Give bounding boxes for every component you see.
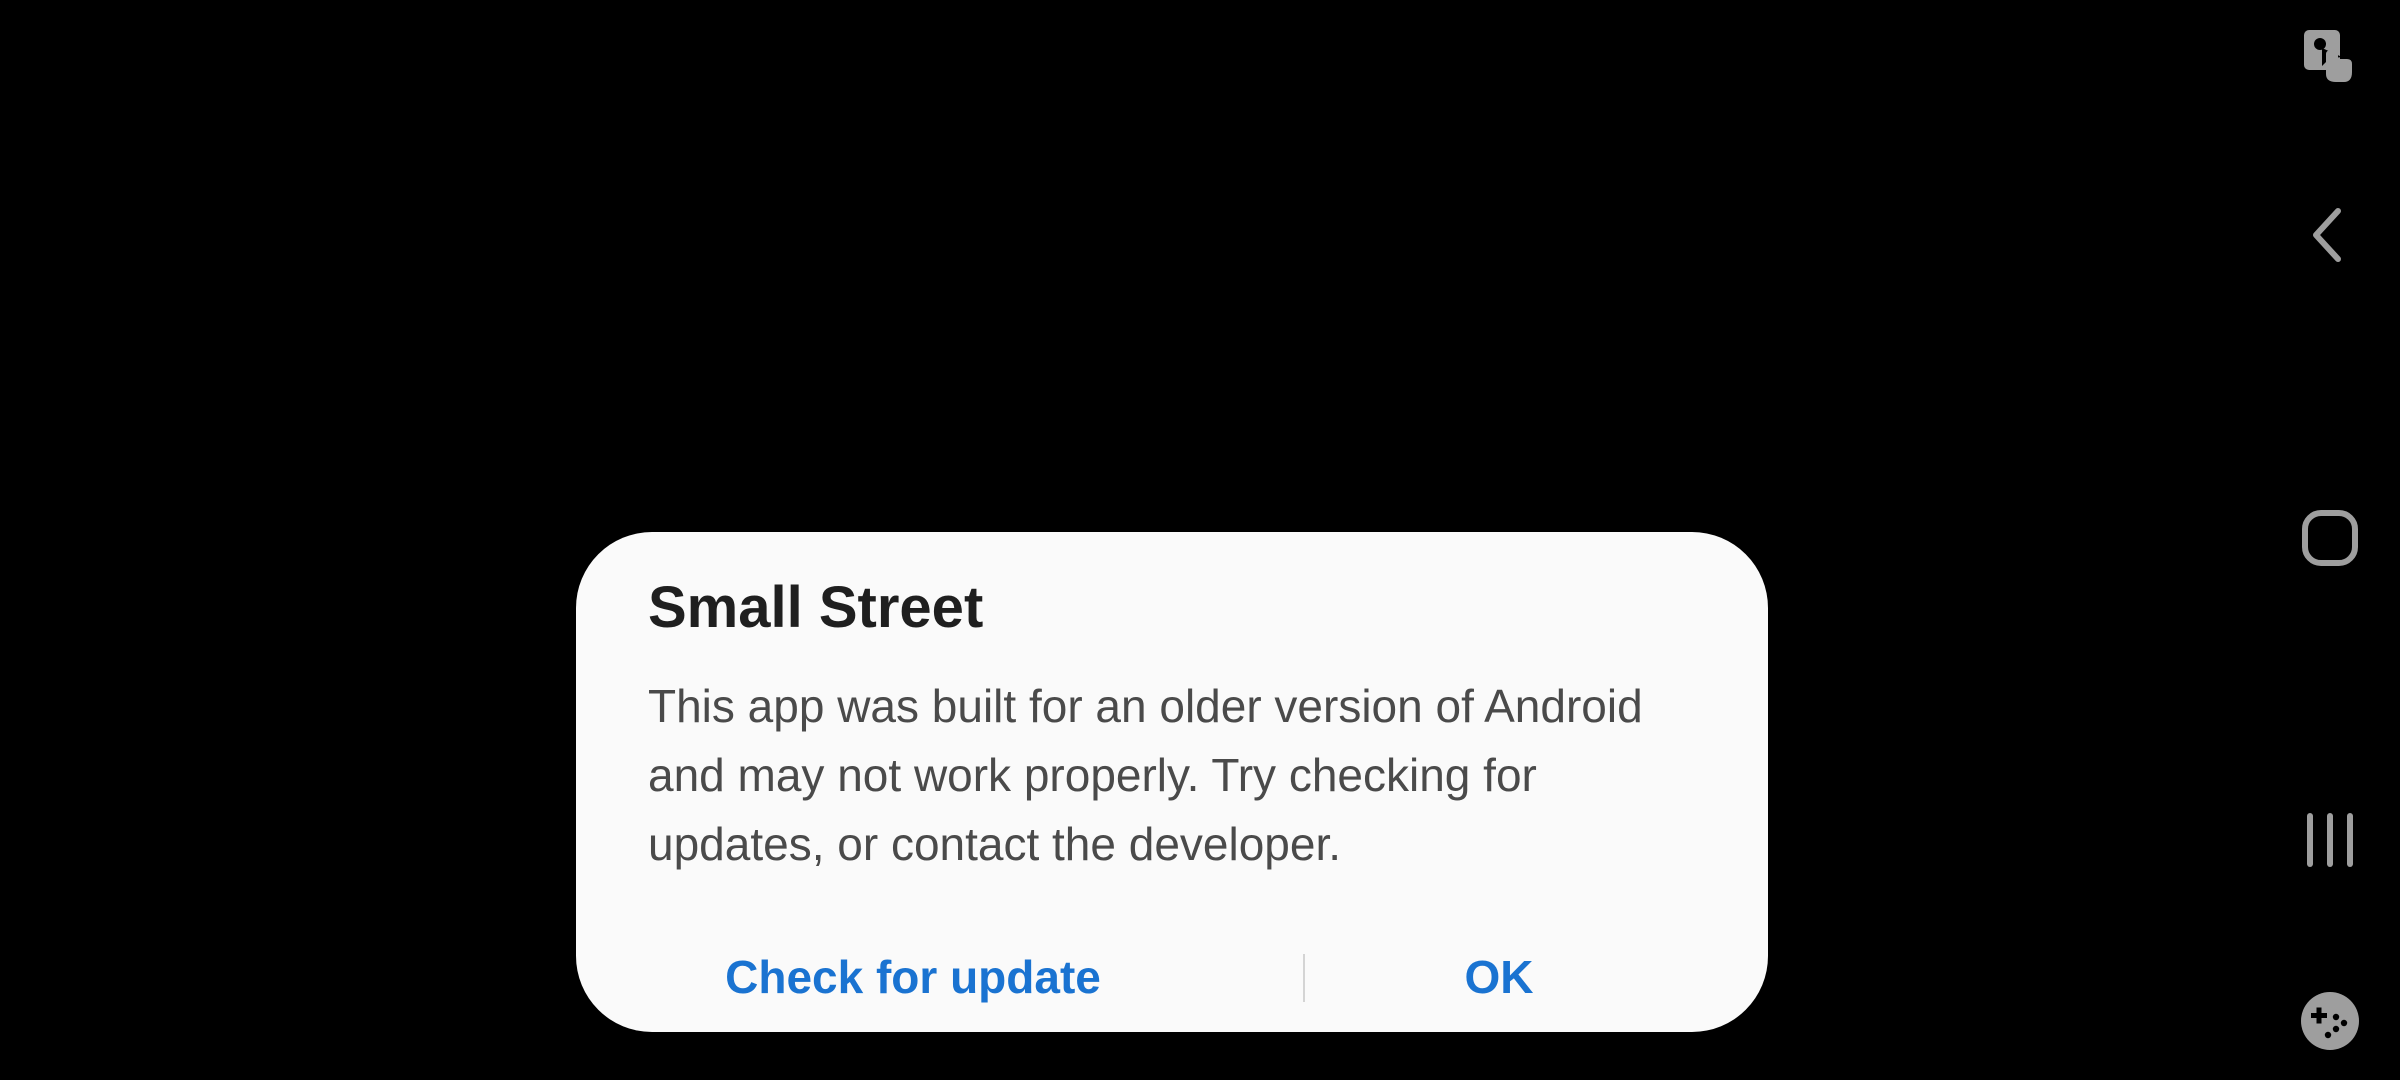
navigation-bar	[2260, 0, 2400, 1080]
screen-touch-icon[interactable]	[2300, 26, 2360, 86]
screen: Small Street This app was built for an o…	[0, 0, 2400, 1080]
dialog-actions: Check for update OK	[576, 932, 1768, 1022]
dialog-message: This app was built for an older version …	[648, 680, 1643, 870]
dialog-title: Small Street	[648, 575, 984, 640]
ok-button[interactable]: OK	[1304, 932, 1694, 1022]
game-tools-icon[interactable]	[2300, 991, 2360, 1051]
back-icon[interactable]	[2300, 205, 2360, 265]
check-for-update-button[interactable]: Check for update	[648, 932, 1178, 1022]
home-icon[interactable]	[2300, 508, 2360, 568]
recents-icon[interactable]	[2300, 810, 2360, 870]
compatibility-dialog: Small Street This app was built for an o…	[576, 532, 1768, 1032]
